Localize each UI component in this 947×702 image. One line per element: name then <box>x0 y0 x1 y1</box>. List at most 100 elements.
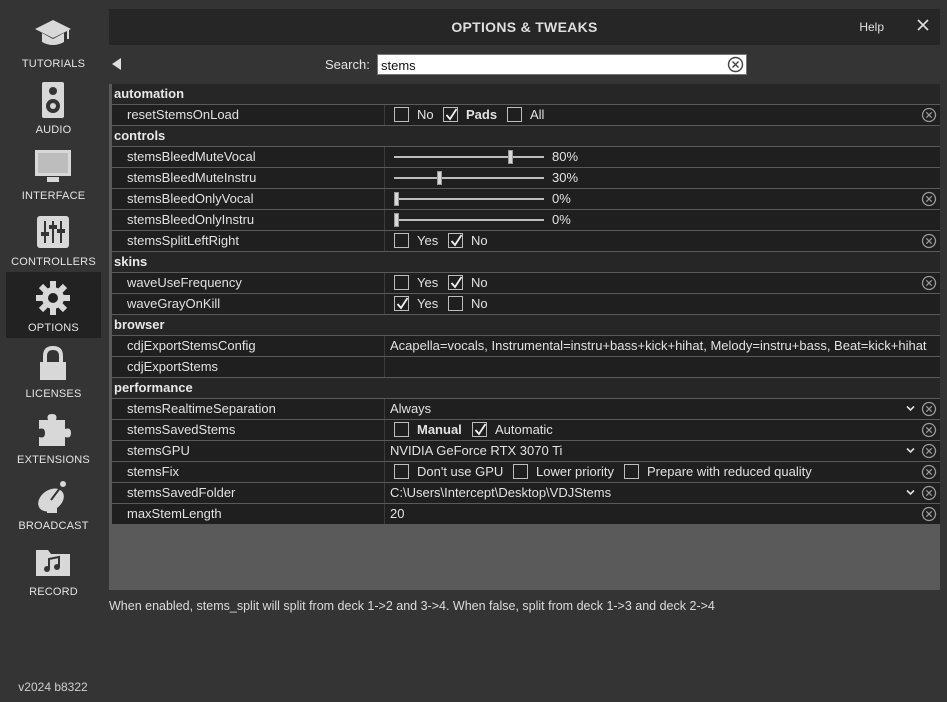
reset-icon[interactable] <box>921 506 937 522</box>
sidebar-item-extensions[interactable]: EXTENSIONS <box>6 404 101 470</box>
title-bar: OPTIONS & TWEAKS Help <box>109 9 940 45</box>
dropdown-value[interactable]: NVIDIA GeForce RTX 3070 Ti <box>390 441 936 461</box>
slider-track[interactable] <box>394 177 544 179</box>
option-value: Don't use GPU Lower priority Prepare wit… <box>386 462 940 482</box>
slider-thumb[interactable] <box>394 213 399 227</box>
option-row-waveusefrequency: waveUseFrequency Yes No <box>112 273 940 293</box>
back-arrow-icon[interactable] <box>112 58 121 70</box>
slider-value: 80% <box>552 149 579 164</box>
slider-track[interactable] <box>394 219 544 221</box>
options-table: automation resetStemsOnLoad No Pads All … <box>109 84 940 590</box>
dropdown-value[interactable]: Always <box>390 399 936 419</box>
checkbox-yes[interactable] <box>394 296 409 311</box>
reset-icon[interactable] <box>921 485 937 501</box>
option-value[interactable]: NVIDIA GeForce RTX 3070 Ti <box>386 441 940 461</box>
monitor-icon <box>35 150 71 182</box>
chevron-down-icon[interactable] <box>906 405 915 412</box>
option-value[interactable] <box>386 357 940 377</box>
slider-track[interactable] <box>394 156 544 158</box>
option-value: 80% <box>386 147 940 167</box>
checkbox-pads[interactable] <box>443 107 458 122</box>
chevron-down-icon[interactable] <box>906 447 915 454</box>
checkbox-no[interactable] <box>448 233 463 248</box>
text-value[interactable]: Acapella=vocals, Instrumental=instru+bas… <box>390 336 936 356</box>
reset-icon[interactable] <box>921 443 937 459</box>
checkmark-icon <box>450 276 463 289</box>
checkbox-dont-use-gpu[interactable] <box>394 464 409 479</box>
sidebar-item-licenses[interactable]: LICENSES <box>6 338 101 404</box>
option-label-lower-priority: Lower priority <box>536 464 615 479</box>
option-row-stemsbleedonlyvocal: stemsBleedOnlyVocal 0% <box>112 189 940 209</box>
sidebar-item-broadcast[interactable]: BROADCAST <box>6 470 101 536</box>
sidebar: TUTORIALS AUDIO INTERFACE CONTROLLERS OP… <box>0 0 106 702</box>
option-value: Yes No <box>386 273 940 293</box>
sidebar-item-tutorials[interactable]: TUTORIALS <box>6 8 101 74</box>
checkmark-icon <box>396 297 409 310</box>
reset-icon[interactable] <box>921 233 937 249</box>
option-label-dont-use-gpu: Don't use GPU <box>417 464 504 479</box>
sidebar-item-label: TUTORIALS <box>21 58 86 70</box>
slider-track[interactable] <box>394 198 544 200</box>
option-label-automatic: Automatic <box>495 422 553 437</box>
reset-icon[interactable] <box>921 401 937 417</box>
option-label-manual: Manual <box>417 422 462 437</box>
sidebar-item-label: CONTROLLERS <box>11 256 96 268</box>
text-value[interactable]: 20 <box>390 504 936 524</box>
search-bar: Search: <box>109 49 940 79</box>
slider-value: 0% <box>552 191 571 206</box>
option-row-stemsfix: stemsFix Don't use GPU Lower priority Pr… <box>112 462 940 482</box>
checkbox-manual[interactable] <box>394 422 409 437</box>
checkbox-all[interactable] <box>507 107 522 122</box>
reset-icon[interactable] <box>921 191 937 207</box>
slider-thumb[interactable] <box>394 192 399 206</box>
group-header-controls: controls <box>112 126 940 146</box>
clear-search-icon[interactable] <box>727 56 744 73</box>
option-name: stemsSavedFolder <box>112 483 385 503</box>
option-row-wavegrayonkill: waveGrayOnKill Yes No <box>112 294 940 314</box>
puzzle-icon <box>39 414 71 446</box>
chevron-down-icon[interactable] <box>906 489 915 496</box>
slider-thumb[interactable] <box>508 150 514 164</box>
option-label-prepare-reduced-quality: Prepare with reduced quality <box>647 464 812 479</box>
sidebar-item-record[interactable]: RECORD <box>6 536 101 602</box>
help-button[interactable]: Help <box>859 20 884 34</box>
graduation-cap-icon <box>35 20 71 45</box>
checkbox-yes[interactable] <box>394 233 409 248</box>
option-value[interactable]: Acapella=vocals, Instrumental=instru+bas… <box>386 336 940 356</box>
reset-icon[interactable] <box>921 275 937 291</box>
dropdown-value[interactable]: C:\Users\Intercept\Desktop\VDJStems <box>390 483 936 503</box>
search-input[interactable] <box>381 57 711 73</box>
option-row-stemssavedstems: stemsSavedStems Manual Automatic <box>112 420 940 440</box>
checkmark-icon <box>474 423 487 436</box>
sidebar-item-options[interactable]: OPTIONS <box>6 272 101 338</box>
sidebar-item-audio[interactable]: AUDIO <box>6 74 101 140</box>
checkbox-no[interactable] <box>448 275 463 290</box>
option-value: 0% <box>386 189 940 209</box>
option-value[interactable]: Always <box>386 399 940 419</box>
checkmark-icon <box>450 234 463 247</box>
satellite-dish-icon <box>38 481 66 513</box>
reset-icon[interactable] <box>921 422 937 438</box>
option-row-maxstemlength: maxStemLength 20 <box>112 504 940 524</box>
checkbox-automatic[interactable] <box>472 422 487 437</box>
reset-icon[interactable] <box>921 107 937 123</box>
music-folder-icon <box>36 550 70 576</box>
option-value: 30% <box>386 168 940 188</box>
close-icon[interactable] <box>916 18 930 32</box>
checkbox-lower-priority[interactable] <box>513 464 528 479</box>
sidebar-item-label: RECORD <box>29 586 78 598</box>
checkbox-no[interactable] <box>448 296 463 311</box>
option-value[interactable]: 20 <box>386 504 940 524</box>
option-value[interactable]: C:\Users\Intercept\Desktop\VDJStems <box>386 483 940 503</box>
checkbox-yes[interactable] <box>394 275 409 290</box>
checkbox-prepare-reduced-quality[interactable] <box>624 464 639 479</box>
option-value: Manual Automatic <box>386 420 940 440</box>
sidebar-item-controllers[interactable]: CONTROLLERS <box>6 206 101 272</box>
sidebar-item-label: AUDIO <box>35 124 72 136</box>
checkbox-no[interactable] <box>394 107 409 122</box>
sidebar-item-interface[interactable]: INTERFACE <box>6 140 101 206</box>
slider-thumb[interactable] <box>436 171 442 185</box>
sidebar-item-label: OPTIONS <box>28 322 79 334</box>
reset-icon[interactable] <box>921 464 937 480</box>
search-box[interactable] <box>377 54 747 75</box>
